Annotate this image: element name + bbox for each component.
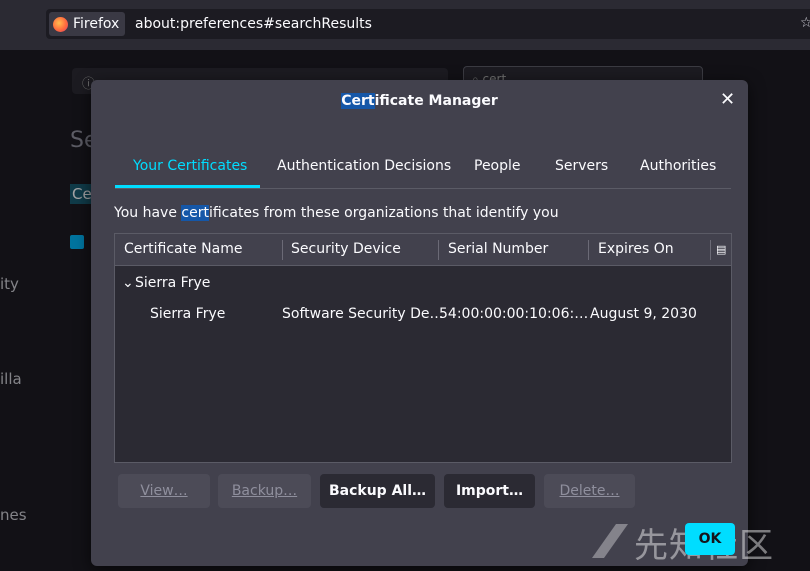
view-label: View… — [140, 483, 188, 499]
column-separator[interactable] — [282, 240, 283, 260]
certificate-tree[interactable]: Certificate Name Security Device Serial … — [114, 233, 732, 463]
backup-button[interactable]: Backup… — [218, 474, 311, 508]
tab-servers[interactable]: Servers — [555, 158, 608, 174]
cell-certificate-name: Sierra Frye — [150, 306, 226, 322]
cell-security-device: Software Security De… — [282, 306, 444, 322]
ok-button[interactable]: OK — [685, 523, 735, 555]
cell-serial-number: 54:00:00:00:10:06:… — [439, 306, 589, 322]
column-separator[interactable] — [710, 240, 711, 260]
firefox-icon — [53, 16, 68, 32]
browser-toolbar: Firefox about:preferences#searchResults … — [0, 0, 810, 50]
backup-all-label: Backup All… — [328, 483, 427, 499]
watermark-logo-icon — [592, 524, 628, 558]
column-separator[interactable] — [438, 240, 439, 260]
backup-label: Backup… — [231, 483, 298, 499]
chevron-down-icon[interactable]: ⌄ — [122, 275, 134, 291]
column-security-device[interactable]: Security Device — [291, 241, 401, 257]
certificate-manager-dialog: Certificate Manager ✕ Your Certificates … — [91, 80, 748, 566]
description-highlight: cert — [181, 205, 209, 221]
certificates-description: You have certificates from these organiz… — [114, 205, 559, 221]
identity-label: Firefox — [73, 16, 120, 32]
group-label: Sierra Frye — [135, 275, 211, 291]
backup-all-button[interactable]: Backup All… — [320, 474, 435, 508]
title-rest: ificate Manager — [374, 93, 498, 109]
column-separator[interactable] — [588, 240, 589, 260]
cell-expires-on: August 9, 2030 — [590, 306, 697, 322]
import-label: Import… — [455, 483, 524, 499]
delete-button[interactable]: Delete… — [544, 474, 635, 508]
description-post: ificates from these organizations that i… — [208, 205, 559, 221]
column-picker-icon[interactable]: ▤ — [716, 243, 726, 256]
bookmark-star-icon[interactable]: ☆ — [800, 15, 810, 31]
tab-your-certificates[interactable]: Your Certificates — [133, 158, 247, 174]
column-certificate-name[interactable]: Certificate Name — [124, 241, 242, 257]
title-highlight: Cert — [341, 93, 375, 109]
delete-label: Delete… — [559, 483, 620, 499]
tab-people[interactable]: People — [474, 158, 521, 174]
tab-authentication-decisions[interactable]: Authentication Decisions — [277, 158, 451, 174]
url-text[interactable]: about:preferences#searchResults — [135, 16, 372, 32]
dialog-title: Certificate Manager — [91, 93, 748, 109]
description-pre: You have — [114, 205, 182, 221]
column-expires-on[interactable]: Expires On — [598, 241, 674, 257]
identity-box[interactable]: Firefox — [49, 12, 126, 36]
close-icon[interactable]: ✕ — [720, 89, 735, 110]
column-serial-number[interactable]: Serial Number — [448, 241, 548, 257]
active-tab-indicator — [115, 185, 260, 188]
tab-bar: Your Certificates Authentication Decisio… — [115, 152, 731, 189]
tab-authorities[interactable]: Authorities — [640, 158, 716, 174]
tree-header: Certificate Name Security Device Serial … — [115, 234, 731, 266]
view-button[interactable]: View… — [118, 474, 210, 508]
table-row[interactable]: Sierra Frye Software Security De… 54:00:… — [115, 299, 731, 329]
import-button[interactable]: Import… — [444, 474, 535, 508]
tree-group-row[interactable]: ⌄ Sierra Frye — [115, 268, 731, 298]
